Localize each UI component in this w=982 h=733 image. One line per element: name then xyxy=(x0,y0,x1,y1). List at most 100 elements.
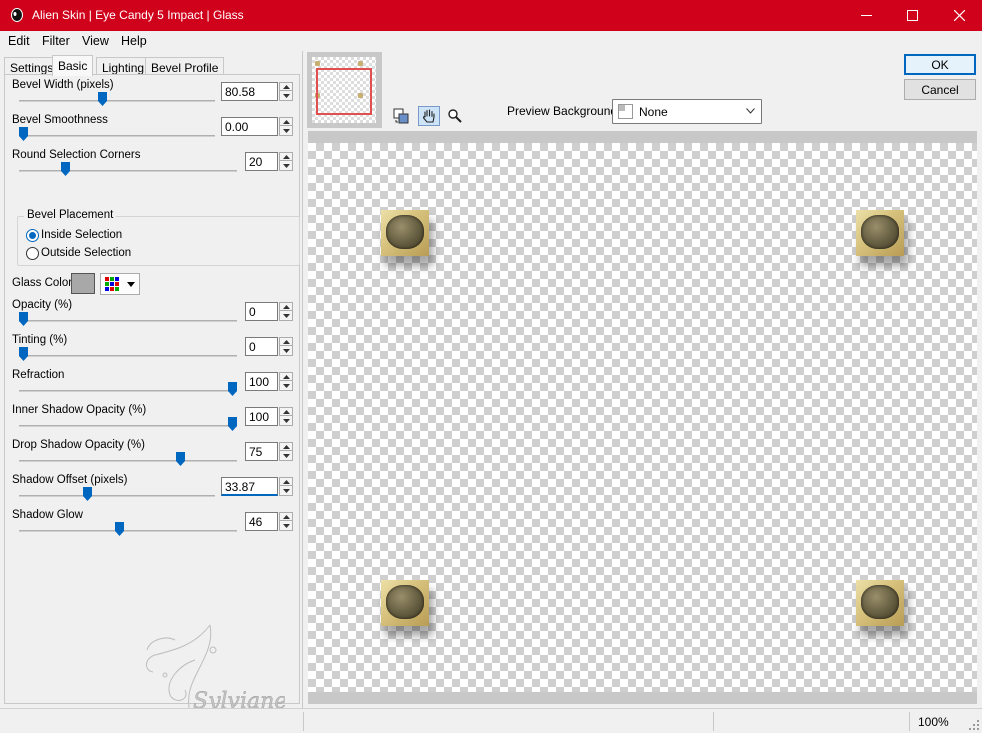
inside-selection-radio[interactable] xyxy=(26,229,39,242)
inner-shadow-opacity-increment-button[interactable] xyxy=(280,408,292,416)
refraction-decrement-button[interactable] xyxy=(280,382,292,390)
round-corners-slider-track[interactable] xyxy=(19,170,237,172)
bevel-width-slider-thumb[interactable] xyxy=(98,92,107,106)
shadow-glow-slider-track[interactable] xyxy=(19,530,237,532)
mini-bead xyxy=(358,61,363,66)
inner-shadow-opacity-input[interactable]: 100 xyxy=(245,407,278,426)
preview-canvas[interactable] xyxy=(308,143,977,692)
cancel-button[interactable]: Cancel xyxy=(904,79,976,100)
hand-tool-button[interactable] xyxy=(418,106,440,126)
menu-edit[interactable]: Edit xyxy=(8,34,30,48)
bevel-smoothness-input[interactable]: 0.00 xyxy=(221,117,278,136)
preview-background-select[interactable]: None xyxy=(612,99,762,124)
preview-pane[interactable] xyxy=(308,131,977,704)
menu-filter[interactable]: Filter xyxy=(42,34,70,48)
resize-grip-icon[interactable] xyxy=(968,719,980,731)
outside-selection-label[interactable]: Outside Selection xyxy=(41,247,131,259)
bevel-smoothness-increment-button[interactable] xyxy=(280,118,292,126)
close-button[interactable] xyxy=(936,0,982,31)
glass-color-swatch[interactable] xyxy=(71,273,95,294)
shadow-offset-decrement-button[interactable] xyxy=(280,487,292,495)
tinting-input[interactable]: 0 xyxy=(245,337,278,356)
zoom-level: 100% xyxy=(918,715,949,729)
round-corners-input[interactable]: 20 xyxy=(245,152,278,171)
title-bar: Alien Skin | Eye Candy 5 Impact | Glass xyxy=(0,0,982,31)
inner-shadow-opacity-slider-thumb[interactable] xyxy=(228,417,237,431)
opacity-spin-arrows xyxy=(279,302,293,321)
shadow-offset-input[interactable]: 33.87 xyxy=(221,477,278,496)
opacity-decrement-button[interactable] xyxy=(280,312,292,320)
tinting-spin-arrows xyxy=(279,337,293,356)
shadow-offset-slider-track[interactable] xyxy=(19,495,215,497)
drop-shadow-opacity-slider-thumb[interactable] xyxy=(176,452,185,466)
navigator-thumbnail[interactable] xyxy=(307,52,382,128)
glass-color-palette-button[interactable] xyxy=(100,273,140,295)
tinting-decrement-button[interactable] xyxy=(280,347,292,355)
arrow-down-icon xyxy=(282,489,290,493)
refraction-increment-button[interactable] xyxy=(280,373,292,381)
drop-shadow-opacity-increment-button[interactable] xyxy=(280,443,292,451)
menu-view[interactable]: View xyxy=(82,34,109,48)
bevel-placement-group: Bevel Placement Inside Selection Outside… xyxy=(17,209,300,266)
bevel-width-spin-arrows xyxy=(279,82,293,101)
refraction-slider-thumb[interactable] xyxy=(228,382,237,396)
round-corners-slider-thumb[interactable] xyxy=(61,162,70,176)
inner-shadow-opacity-decrement-button[interactable] xyxy=(280,417,292,425)
shadow-glow-spin-arrows xyxy=(279,512,293,531)
basic-tab-content: Bevel Width (pixels) 80.58 Bevel Smoothnes… xyxy=(4,74,300,733)
outside-selection-radio[interactable] xyxy=(26,247,39,260)
opacity-slider-track[interactable] xyxy=(19,320,237,322)
opacity-label: Opacity (%) xyxy=(12,299,73,311)
arrow-down-icon xyxy=(282,164,290,168)
glass-bead xyxy=(381,580,429,626)
tab-basic[interactable]: Basic xyxy=(52,55,94,76)
bevel-width-decrement-button[interactable] xyxy=(280,92,292,100)
shadow-offset-increment-button[interactable] xyxy=(280,478,292,486)
tab-bevel-profile[interactable]: Bevel Profile xyxy=(145,57,225,75)
status-bar: 100% xyxy=(0,708,982,733)
arrow-up-icon xyxy=(282,444,290,449)
refraction-label: Refraction xyxy=(12,369,65,381)
bevel-smoothness-slider-track[interactable] xyxy=(19,135,215,137)
bevel-width-increment-button[interactable] xyxy=(280,83,292,91)
menu-help[interactable]: Help xyxy=(121,34,147,48)
tinting-slider-thumb[interactable] xyxy=(19,347,28,361)
bevel-smoothness-spin-arrows xyxy=(279,117,293,136)
arrow-down-icon xyxy=(282,94,290,98)
color-grid-icon xyxy=(105,277,119,291)
close-icon xyxy=(953,10,965,21)
bevel-smoothness-decrement-button[interactable] xyxy=(280,127,292,135)
drop-shadow-opacity-label: Drop Shadow Opacity (%) xyxy=(12,439,145,451)
arrow-up-icon xyxy=(282,304,290,309)
drop-shadow-opacity-decrement-button[interactable] xyxy=(280,452,292,460)
drop-shadow-opacity-input[interactable]: 75 xyxy=(245,442,278,461)
refraction-input[interactable]: 100 xyxy=(245,372,278,391)
tab-lighting[interactable]: Lighting xyxy=(96,57,151,75)
bevel-width-input[interactable]: 80.58 xyxy=(221,82,278,101)
navigator-viewport-rect[interactable] xyxy=(316,68,372,115)
inside-selection-label[interactable]: Inside Selection xyxy=(41,229,122,241)
maximize-button[interactable] xyxy=(889,0,935,31)
tinting-increment-button[interactable] xyxy=(280,338,292,346)
minimize-button[interactable] xyxy=(843,0,889,31)
opacity-slider-thumb[interactable] xyxy=(19,312,28,326)
tinting-slider-track[interactable] xyxy=(19,355,237,357)
bevel-width-slider-track[interactable] xyxy=(19,100,215,102)
ok-button[interactable]: OK xyxy=(904,54,976,75)
zoom-tool-button[interactable] xyxy=(444,106,466,126)
shadow-glow-increment-button[interactable] xyxy=(280,513,292,521)
toggle-preview-button[interactable] xyxy=(390,106,412,126)
opacity-input[interactable]: 0 xyxy=(245,302,278,321)
shadow-glow-input[interactable]: 46 xyxy=(245,512,278,531)
bevel-smoothness-slider-thumb[interactable] xyxy=(19,127,28,141)
round-corners-increment-button[interactable] xyxy=(280,153,292,161)
shadow-offset-slider-thumb[interactable] xyxy=(83,487,92,501)
shadow-glow-slider-thumb[interactable] xyxy=(115,522,124,536)
arrow-up-icon xyxy=(282,374,290,379)
drop-shadow-opacity-slider-track[interactable] xyxy=(19,460,237,462)
inner-shadow-opacity-slider-track[interactable] xyxy=(19,425,237,427)
round-corners-decrement-button[interactable] xyxy=(280,162,292,170)
opacity-increment-button[interactable] xyxy=(280,303,292,311)
refraction-slider-track[interactable] xyxy=(19,390,237,392)
shadow-glow-decrement-button[interactable] xyxy=(280,522,292,530)
